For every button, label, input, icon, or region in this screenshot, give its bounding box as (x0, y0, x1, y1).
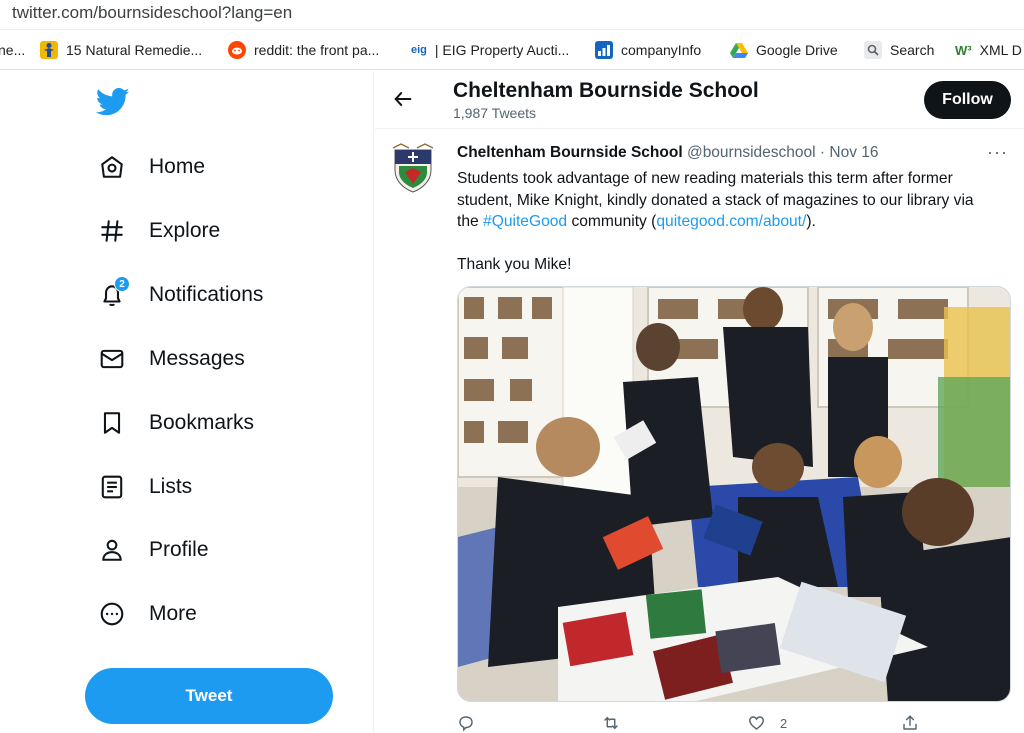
google-drive-icon (730, 41, 748, 59)
nav-bookmarks[interactable]: Bookmarks (96, 403, 254, 443)
person-icon (40, 41, 58, 59)
nav-explore[interactable]: Explore (96, 211, 220, 251)
page-title: Cheltenham Bournside School (453, 79, 759, 102)
profile-header: Cheltenham Bournside School 1,987 Tweets… (375, 71, 1024, 129)
nav-messages-label: Messages (149, 347, 245, 370)
nav-more[interactable]: More (96, 594, 197, 634)
bookmark-label: Google Drive (756, 42, 838, 58)
nav-profile[interactable]: Profile (96, 530, 209, 570)
tweet-author-handle[interactable]: @bournsideschool (687, 144, 816, 161)
more-options-icon[interactable]: ··· (987, 142, 1008, 163)
bookmark-icon (96, 407, 128, 439)
school-crest-avatar[interactable] (391, 142, 439, 194)
bookmark-natural-remedies[interactable]: 15 Natural Remedie... (40, 40, 202, 60)
tweet-button[interactable]: Tweet (85, 668, 333, 724)
heart-icon (749, 716, 764, 730)
more-circle-icon (96, 598, 128, 630)
bookmark-label: 15 Natural Remedie... (66, 42, 203, 58)
bookmarks-bar: ne... 15 Natural Remedie... reddit: the … (0, 30, 1024, 70)
url-text[interactable]: twitter.com/bournsideschool?lang=en (12, 3, 292, 23)
nav-lists-label: Lists (149, 475, 193, 498)
tweet-text-part: community ( (567, 213, 657, 230)
nav-messages[interactable]: Messages (96, 339, 245, 379)
follow-button[interactable]: Follow (924, 81, 1011, 119)
tweet-photo[interactable] (457, 286, 1011, 702)
nav-lists[interactable]: Lists (96, 467, 192, 507)
main-column: Cheltenham Bournside School 1,987 Tweets… (375, 71, 1024, 733)
hashtag-icon (96, 215, 128, 247)
share-icon[interactable] (901, 714, 919, 732)
tweet-text-part: ). (806, 213, 816, 230)
magnifier-icon (864, 41, 882, 59)
bookmark-item[interactable]: ne... (0, 40, 25, 60)
bookmark-label: companyInfo (621, 42, 702, 58)
reply-icon[interactable] (457, 714, 475, 732)
tweet[interactable]: Cheltenham Bournside School @bournsidesc… (375, 130, 1024, 733)
tweet-text-thanks: Thank you Mike! (457, 256, 572, 273)
tweet-actions: 2 (457, 714, 997, 733)
like-count: 2 (780, 715, 788, 731)
tweet-text: Students took advantage of new reading m… (457, 168, 997, 276)
bookmark-label: XML D (979, 42, 1022, 58)
bookmark-xml[interactable]: W³ XML D (955, 40, 1022, 60)
bookmark-label: Search (890, 42, 935, 58)
bell-icon: 2 (96, 276, 130, 311)
nav-home-label: Home (149, 155, 206, 178)
person-icon (96, 534, 128, 566)
bookmark-search[interactable]: Search (864, 40, 934, 60)
notification-badge: 2 (114, 276, 130, 292)
library-photo-illustration (458, 287, 1010, 701)
bookmark-google-drive[interactable]: Google Drive (730, 40, 838, 60)
eig-icon: eig (411, 44, 427, 56)
bookmark-label: ne... (0, 42, 26, 58)
hashtag-link[interactable]: #QuiteGood (483, 213, 567, 230)
nav-profile-label: Profile (149, 538, 209, 561)
nav-home[interactable]: Home (96, 147, 205, 187)
w3-icon: W³ (955, 42, 972, 58)
nav-explore-label: Explore (149, 219, 221, 242)
browser-address-bar[interactable]: twitter.com/bournsideschool?lang=en (0, 0, 1024, 30)
url-link[interactable]: quitegood.com/about/ (656, 213, 806, 230)
bookmark-companyinfo[interactable]: companyInfo (595, 40, 701, 60)
reddit-icon (228, 41, 246, 59)
retweet-icon[interactable] (601, 714, 621, 732)
bookmark-eig[interactable]: eig | EIG Property Aucti... (411, 40, 569, 60)
twitter-bird-icon[interactable] (95, 87, 130, 117)
envelope-icon (96, 343, 128, 375)
tweet-count: 1,987 Tweets (453, 105, 537, 121)
home-icon (96, 151, 128, 183)
bookmark-label: reddit: the front pa... (254, 42, 380, 58)
tweet-date[interactable]: Nov 16 (829, 144, 878, 161)
bar-chart-icon (595, 41, 613, 59)
back-arrow-icon[interactable] (392, 88, 414, 110)
nav-more-label: More (149, 602, 197, 625)
bookmark-label: | EIG Property Aucti... (434, 42, 570, 58)
tweet-separator: · (819, 144, 826, 161)
nav-notifications[interactable]: 2 Notifications (96, 275, 263, 315)
nav-notifications-label: Notifications (149, 283, 264, 306)
list-icon (96, 471, 128, 503)
nav-bookmarks-label: Bookmarks (149, 411, 255, 434)
like-button[interactable]: 2 (747, 714, 787, 732)
bookmark-reddit[interactable]: reddit: the front pa... (228, 40, 379, 60)
sidebar: Home Explore 2 Notifications Messages Bo… (0, 71, 374, 733)
tweet-author-name[interactable]: Cheltenham Bournside School (457, 144, 683, 161)
tweet-header: Cheltenham Bournside School @bournsidesc… (457, 144, 879, 162)
